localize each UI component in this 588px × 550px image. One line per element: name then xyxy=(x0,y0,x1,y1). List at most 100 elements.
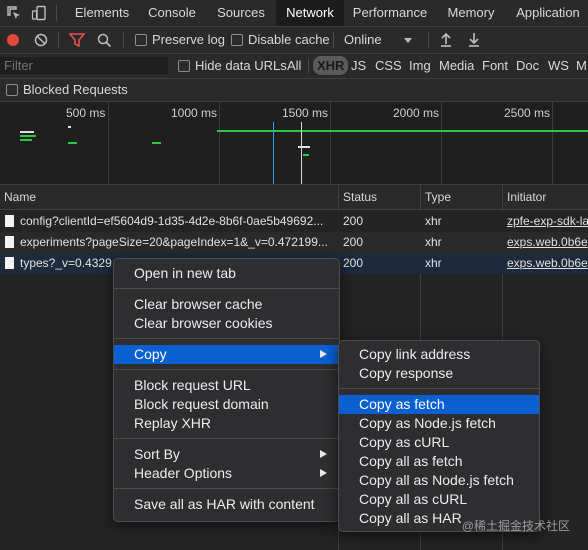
type-filter-manifest[interactable]: M xyxy=(576,58,587,73)
menu-item-copy-all-as-curl[interactable]: Copy all as cURL xyxy=(339,490,539,509)
menu-item-replay-xhr[interactable]: Replay XHR xyxy=(114,414,339,433)
tab-console[interactable]: Console xyxy=(138,0,206,26)
divider xyxy=(308,59,309,73)
network-overview[interactable]: 500 ms 1000 ms 1500 ms 2000 ms 2500 ms xyxy=(0,102,588,185)
import-har-icon[interactable] xyxy=(440,32,452,47)
menu-item-open-in-new-tab[interactable]: Open in new tab xyxy=(114,264,339,283)
menu-item-block-request-url[interactable]: Block request URL xyxy=(114,376,339,395)
waterfall-bar xyxy=(303,154,309,156)
type-filter-font[interactable]: Font xyxy=(482,58,508,73)
preserve-log-label: Preserve log xyxy=(152,32,225,47)
throttling-select[interactable]: Online xyxy=(344,32,382,47)
menu-separator xyxy=(114,288,339,289)
table-row[interactable]: experiments?pageSize=20&pageIndex=1&_v=0… xyxy=(0,232,588,253)
disable-cache-label: Disable cache xyxy=(248,32,330,47)
type-filter-all[interactable]: All xyxy=(287,58,301,73)
menu-item-copy[interactable]: Copy xyxy=(114,345,339,364)
request-initiator-link[interactable]: exps.web.0b6e xyxy=(507,256,588,270)
type-filter-xhr[interactable]: XHR xyxy=(313,56,349,75)
type-filter-js[interactable]: JS xyxy=(351,58,366,73)
waterfall-bar xyxy=(20,139,32,141)
menu-item-copy-as-fetch[interactable]: Copy as fetch xyxy=(339,395,539,414)
device-toolbar-icon[interactable] xyxy=(31,5,47,21)
disable-cache-checkbox[interactable] xyxy=(231,34,243,46)
filter-input[interactable] xyxy=(0,57,168,74)
request-status: 200 xyxy=(343,256,364,270)
menu-item-sort-by-label: Sort By xyxy=(134,446,180,462)
column-header-name[interactable]: Name xyxy=(4,190,36,204)
menu-item-block-request-domain[interactable]: Block request domain xyxy=(114,395,339,414)
type-filter-img[interactable]: Img xyxy=(409,58,431,73)
overview-tick-label: 500 ms xyxy=(66,106,106,120)
waterfall-bar xyxy=(68,142,77,144)
request-table-header: Name Status Type Initiator xyxy=(0,185,588,210)
blocked-requests-checkbox[interactable] xyxy=(6,84,18,96)
file-icon xyxy=(5,236,14,248)
search-icon[interactable] xyxy=(97,33,112,48)
submenu-arrow-icon xyxy=(320,350,327,358)
type-filter-doc[interactable]: Doc xyxy=(516,58,539,73)
overview-tick-label: 2000 ms xyxy=(393,106,440,120)
menu-item-copy-all-as-node-fetch[interactable]: Copy all as Node.js fetch xyxy=(339,471,539,490)
tab-performance[interactable]: Performance xyxy=(346,0,434,26)
menu-item-copy-response[interactable]: Copy response xyxy=(339,364,539,383)
menu-separator xyxy=(339,388,539,389)
request-initiator-link[interactable]: exps.web.0b6e xyxy=(507,235,588,249)
hide-data-urls-label: Hide data URLs xyxy=(195,58,287,73)
overview-tick xyxy=(552,102,553,184)
menu-item-save-all-as-har[interactable]: Save all as HAR with content xyxy=(114,495,339,514)
column-header-status[interactable]: Status xyxy=(343,190,377,204)
type-filter-ws[interactable]: WS xyxy=(548,58,569,73)
submenu-arrow-icon xyxy=(320,469,327,477)
tab-elements[interactable]: Elements xyxy=(68,0,136,26)
table-row[interactable]: config?clientId=ef5604d9-1d35-4d2e-8b6f-… xyxy=(0,211,588,232)
filter-icon[interactable] xyxy=(68,33,86,48)
menu-item-clear-browser-cookies[interactable]: Clear browser cookies xyxy=(114,314,339,333)
menu-separator xyxy=(114,488,339,489)
tab-sources[interactable]: Sources xyxy=(208,0,274,26)
clear-icon[interactable] xyxy=(34,33,48,47)
menu-item-copy-all-as-fetch[interactable]: Copy all as fetch xyxy=(339,452,539,471)
request-initiator-link[interactable]: zpfe-exp-sdk-la xyxy=(507,214,588,228)
blocked-requests-bar: Blocked Requests xyxy=(0,79,588,102)
menu-item-sort-by[interactable]: Sort By xyxy=(114,445,339,464)
tab-memory[interactable]: Memory xyxy=(440,0,502,26)
waterfall-bar xyxy=(152,142,161,144)
request-name: config?clientId=ef5604d9-1d35-4d2e-8b6f-… xyxy=(20,214,324,228)
request-name: experiments?pageSize=20&pageIndex=1&_v=0… xyxy=(20,235,328,249)
context-menu: Open in new tab Clear browser cache Clea… xyxy=(113,258,340,522)
tab-network[interactable]: Network xyxy=(276,0,344,26)
overview-tick xyxy=(441,102,442,184)
export-har-icon[interactable] xyxy=(468,32,480,47)
waterfall-bar xyxy=(68,126,71,128)
menu-item-clear-browser-cache[interactable]: Clear browser cache xyxy=(114,295,339,314)
type-filter-css[interactable]: CSS xyxy=(375,58,402,73)
request-status: 200 xyxy=(343,235,364,249)
request-type: xhr xyxy=(425,235,442,249)
type-filter-media[interactable]: Media xyxy=(439,58,474,73)
chevron-down-icon[interactable] xyxy=(404,38,412,43)
inspect-element-icon[interactable] xyxy=(6,5,22,21)
request-status: 200 xyxy=(343,214,364,228)
menu-separator xyxy=(114,338,339,339)
watermark-text: @稀土掘金技术社区 xyxy=(461,519,570,533)
tab-application[interactable]: Application xyxy=(508,0,588,26)
dom-content-loaded-line xyxy=(273,122,274,184)
menu-item-header-options[interactable]: Header Options xyxy=(114,464,339,483)
record-icon[interactable] xyxy=(7,34,19,46)
overview-tick-label: 1000 ms xyxy=(171,106,218,120)
copy-submenu: Copy link address Copy response Copy as … xyxy=(338,340,540,532)
column-header-initiator[interactable]: Initiator xyxy=(507,190,546,204)
blocked-requests-label: Blocked Requests xyxy=(23,82,128,97)
submenu-arrow-icon xyxy=(320,450,327,458)
divider xyxy=(56,5,57,21)
preserve-log-checkbox[interactable] xyxy=(135,34,147,46)
load-event-line xyxy=(301,122,302,184)
column-header-type[interactable]: Type xyxy=(425,190,451,204)
file-icon xyxy=(5,215,14,227)
menu-item-copy-as-node-fetch[interactable]: Copy as Node.js fetch xyxy=(339,414,539,433)
hide-data-urls-checkbox[interactable] xyxy=(178,60,190,72)
menu-item-copy-link-address[interactable]: Copy link address xyxy=(339,345,539,364)
request-type: xhr xyxy=(425,256,442,270)
menu-item-copy-as-curl[interactable]: Copy as cURL xyxy=(339,433,539,452)
